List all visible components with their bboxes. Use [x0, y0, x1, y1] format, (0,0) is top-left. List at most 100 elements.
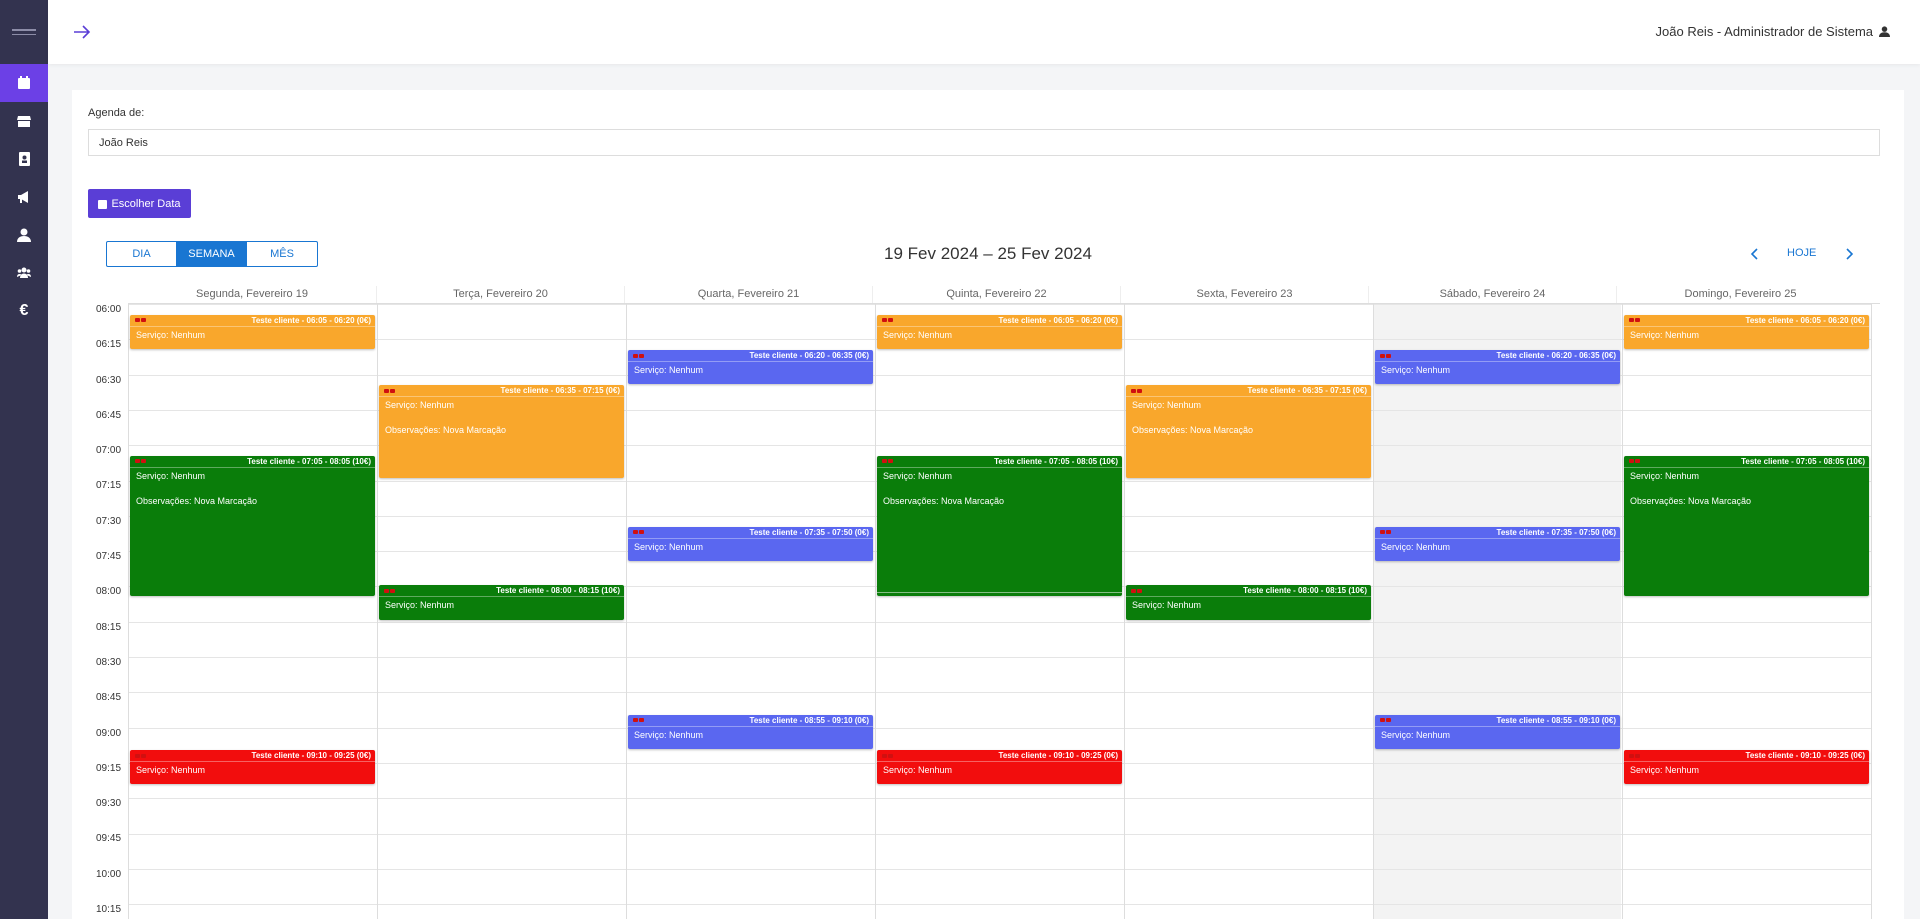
arrow-right-icon[interactable]	[72, 22, 92, 42]
sidebar-item-users[interactable]	[0, 254, 48, 292]
calendar-event[interactable]: Teste cliente - 07:35 - 07:50 (0€) Serviç…	[628, 526, 873, 561]
mail-icon[interactable]	[639, 718, 644, 723]
calendar-event[interactable]: Teste cliente - 07:35 - 07:50 (0€) Serviç…	[1375, 526, 1620, 561]
chat-icon[interactable]	[135, 318, 140, 323]
mail-icon[interactable]	[141, 318, 146, 323]
mail-icon[interactable]	[639, 530, 644, 535]
chat-icon[interactable]	[384, 388, 389, 393]
calendar-event[interactable]: Teste cliente - 07:05 - 08:05 (10€) Servi…	[1624, 455, 1869, 597]
mail-icon[interactable]	[1386, 530, 1391, 535]
chat-icon[interactable]	[633, 718, 638, 723]
chat-icon[interactable]	[1629, 318, 1634, 323]
mail-icon[interactable]	[1635, 753, 1640, 758]
user-icon	[1879, 26, 1890, 37]
chat-icon[interactable]	[1131, 388, 1136, 393]
calendar-event[interactable]: Teste cliente - 08:00 - 08:15 (10€) Servi…	[379, 585, 624, 620]
event-icons	[384, 588, 395, 593]
today-button[interactable]: HOJE	[1787, 247, 1816, 259]
mail-icon[interactable]	[1635, 459, 1640, 464]
mail-icon[interactable]	[888, 753, 893, 758]
agenda-select[interactable]: João Reis	[88, 129, 1880, 156]
mail-icon[interactable]	[390, 388, 395, 393]
chat-icon[interactable]	[1131, 588, 1136, 593]
sidebar-item-user[interactable]	[0, 216, 48, 254]
grid-col-line	[626, 304, 627, 919]
chat-icon[interactable]	[882, 318, 887, 323]
chat-icon[interactable]	[1629, 753, 1634, 758]
mail-icon[interactable]	[1137, 388, 1142, 393]
sidebar-item-contacts[interactable]	[0, 140, 48, 178]
chat-icon[interactable]	[135, 753, 140, 758]
event-notes: Observações: Nova Marcação	[385, 425, 507, 436]
event-icons	[135, 318, 146, 323]
chat-icon[interactable]	[882, 753, 887, 758]
event-title: Teste cliente - 09:10 - 09:25 (0€)	[998, 751, 1118, 761]
calendar-event[interactable]: Teste cliente - 06:35 - 07:15 (0€) Serviç…	[379, 385, 624, 479]
calendar-event[interactable]: Teste cliente - 09:10 - 09:25 (0€) Serviç…	[1624, 750, 1869, 785]
calendar-event[interactable]: Teste cliente - 06:05 - 06:20 (0€) Serviç…	[130, 314, 375, 350]
mail-icon[interactable]	[888, 459, 893, 464]
logo[interactable]	[0, 0, 48, 64]
calendar-event[interactable]: Teste cliente - 09:10 - 09:25 (0€) Serviç…	[877, 750, 1122, 785]
sidebar-item-billing[interactable]: €	[0, 292, 48, 330]
event-header: Teste cliente - 07:35 - 07:50 (0€)	[628, 527, 873, 539]
event-title: Teste cliente - 08:55 - 09:10 (0€)	[749, 715, 869, 725]
user-menu[interactable]: João Reis - Administrador de Sistema	[1656, 24, 1890, 39]
sidebar-item-store[interactable]	[0, 102, 48, 140]
event-header: Teste cliente - 09:10 - 09:25 (0€)	[130, 750, 375, 763]
calendar-event[interactable]: Teste cliente - 06:35 - 07:15 (0€) Serviç…	[1126, 385, 1371, 479]
chat-icon[interactable]	[1380, 353, 1385, 358]
chevron-right-icon[interactable]	[1842, 247, 1856, 261]
calendar-event[interactable]: Teste cliente - 08:00 - 08:15 (10€) Servi…	[1126, 585, 1371, 620]
event-title: Teste cliente - 08:00 - 08:15 (10€)	[1243, 586, 1367, 596]
calendar-event[interactable]: Teste cliente - 06:05 - 06:20 (0€) Serviç…	[1624, 314, 1869, 350]
chat-icon[interactable]	[135, 459, 140, 464]
calendar-grid[interactable]: Teste cliente - 06:05 - 06:20 (0€) Serviç…	[128, 304, 1872, 919]
grid-col-line	[1622, 304, 1623, 919]
event-icons	[135, 753, 146, 758]
mail-icon[interactable]	[1386, 353, 1391, 358]
mail-icon[interactable]	[1386, 718, 1391, 723]
mail-icon[interactable]	[390, 588, 395, 593]
calendar-event[interactable]: Teste cliente - 06:05 - 06:20 (0€) Serviç…	[877, 314, 1122, 350]
sidebar-item-calendar[interactable]	[0, 64, 48, 102]
weekend-column	[1373, 304, 1621, 919]
calendar-event[interactable]: Teste cliente - 06:20 - 06:35 (0€) Serviç…	[628, 350, 873, 385]
calendar-event[interactable]: Teste cliente - 07:05 - 08:05 (10€) Servi…	[877, 455, 1122, 597]
event-service: Serviço: Nenhum	[634, 365, 704, 376]
event-service: Serviço: Nenhum	[136, 470, 206, 481]
event-title: Teste cliente - 07:05 - 08:05 (10€)	[1741, 456, 1865, 466]
calendar-event[interactable]: Teste cliente - 09:10 - 09:25 (0€) Serviç…	[130, 750, 375, 785]
chat-icon[interactable]	[882, 459, 887, 464]
chevron-left-icon[interactable]	[1748, 247, 1762, 261]
mail-icon[interactable]	[1635, 318, 1640, 323]
time-label: 10:00	[96, 868, 122, 880]
chat-icon[interactable]	[1380, 530, 1385, 535]
event-header: Teste cliente - 07:05 - 08:05 (10€)	[877, 456, 1122, 468]
calendar-event[interactable]: Teste cliente - 08:55 - 09:10 (0€) Serviç…	[628, 714, 873, 750]
calendar-event[interactable]: Teste cliente - 08:55 - 09:10 (0€) Serviç…	[1375, 714, 1620, 750]
event-icons	[882, 318, 893, 323]
event-icons	[1131, 588, 1142, 593]
calendar-event[interactable]: Teste cliente - 06:20 - 06:35 (0€) Serviç…	[1375, 350, 1620, 385]
mail-icon[interactable]	[888, 318, 893, 323]
chat-icon[interactable]	[384, 588, 389, 593]
mail-icon[interactable]	[141, 753, 146, 758]
day-header: Sábado, Fevereiro 24	[1368, 286, 1616, 303]
sidebar-item-campaigns[interactable]	[0, 178, 48, 216]
event-header: Teste cliente - 07:35 - 07:50 (0€)	[1375, 527, 1620, 539]
chat-icon[interactable]	[633, 530, 638, 535]
event-icons	[1380, 718, 1391, 723]
chat-icon[interactable]	[1380, 718, 1385, 723]
time-label: 09:15	[96, 762, 122, 774]
chat-icon[interactable]	[633, 353, 638, 358]
mail-icon[interactable]	[1137, 588, 1142, 593]
calendar-event[interactable]: Teste cliente - 07:05 - 08:05 (10€) Servi…	[130, 455, 375, 597]
mail-icon[interactable]	[141, 459, 146, 464]
mail-icon[interactable]	[639, 353, 644, 358]
choose-date-button[interactable]: Escolher Data	[88, 189, 191, 218]
chat-icon[interactable]	[1629, 459, 1634, 464]
resize-handle[interactable]	[877, 592, 1122, 594]
event-service: Serviço: Nenhum	[1381, 365, 1451, 376]
day-header: Sexta, Fevereiro 23	[1120, 286, 1368, 303]
